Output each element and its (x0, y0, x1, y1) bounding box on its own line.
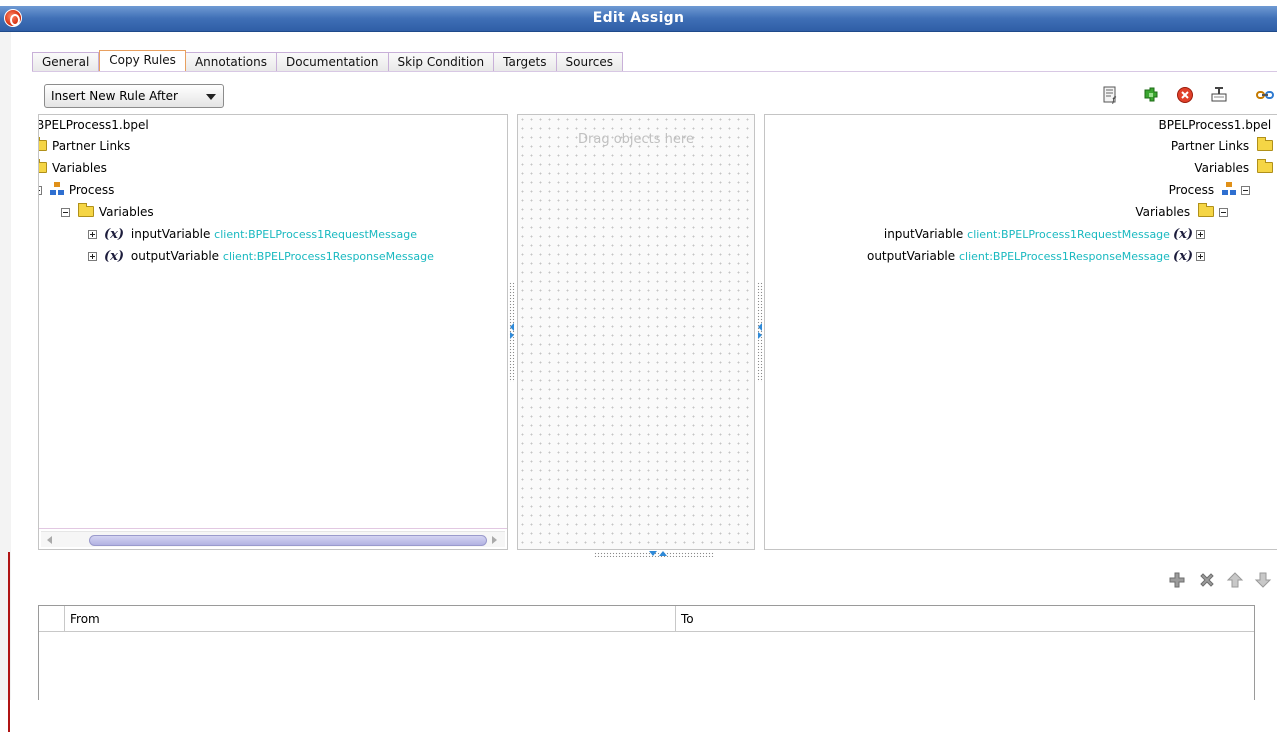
target-process-variables-label: Variables (1135, 205, 1190, 219)
source-variables-node[interactable]: Variables (38, 158, 107, 178)
edit-assign-dialog: Edit Assign General Copy Rules Annotatio… (0, 0, 1277, 700)
target-variables-label: Variables (1194, 161, 1249, 175)
folder-open-icon (78, 206, 94, 217)
column-header-from[interactable]: From (65, 606, 675, 632)
tab-general[interactable]: General (32, 52, 99, 72)
drop-area-panel[interactable]: Drag objects here (517, 114, 755, 550)
add-icon[interactable] (1168, 571, 1186, 589)
copy-rules-table: From To (38, 605, 1255, 700)
splitter-arrows-icon[interactable] (647, 550, 669, 558)
target-process-variables-node[interactable]: Variables (1135, 202, 1232, 222)
target-partner-links-label: Partner Links (1171, 139, 1249, 153)
tab-underline (32, 71, 1277, 72)
toolbar-icons: f (1100, 86, 1277, 106)
source-tree-root[interactable]: BPELProcess1.bpel (38, 115, 149, 135)
remove-icon[interactable] (1198, 571, 1216, 589)
target-variables-node[interactable]: Variables (1194, 158, 1277, 178)
process-icon (1222, 182, 1236, 196)
source-partner-links-label: Partner Links (52, 139, 130, 153)
expand-icon[interactable] (88, 230, 97, 239)
delete-icon[interactable] (1176, 86, 1194, 104)
target-output-variable-name: outputVariable (867, 249, 955, 263)
panel-divider (39, 528, 507, 529)
horizontal-scrollbar[interactable] (41, 531, 505, 547)
expand-icon[interactable] (1196, 252, 1205, 261)
source-output-variable-node[interactable]: (x) outputVariable client:BPELProcess1Re… (88, 246, 434, 266)
folder-icon (38, 162, 47, 173)
target-tree-panel: BPELProcess1.bpel Partner Links Variable… (764, 114, 1277, 550)
source-input-variable-type: client:BPELProcess1RequestMessage (214, 228, 417, 241)
variable-x-icon: (x) (1173, 249, 1193, 264)
left-edge-stripe (0, 32, 11, 700)
expand-icon[interactable] (88, 252, 97, 261)
process-icon (50, 182, 64, 196)
tab-documentation[interactable]: Documentation (277, 52, 389, 72)
folder-icon (38, 140, 47, 151)
source-input-variable-node[interactable]: (x) inputVariable client:BPELProcess1Req… (88, 224, 417, 244)
table-header: From To (39, 606, 1254, 632)
collapse-icon[interactable] (1219, 208, 1228, 217)
source-tree-panel: BPELProcess1.bpel Partner Links Variable… (38, 114, 508, 550)
splitter-arrows-icon[interactable] (509, 322, 515, 340)
target-input-variable-type: client:BPELProcess1RequestMessage (967, 228, 1170, 241)
source-process-variables-node[interactable]: Variables (61, 202, 154, 222)
tab-sources[interactable]: Sources (557, 52, 623, 72)
tab-targets[interactable]: Targets (494, 52, 556, 72)
expression-builder-icon[interactable]: f (1102, 86, 1120, 104)
target-process-node[interactable]: Process (1169, 180, 1254, 200)
scrollbar-thumb[interactable] (89, 535, 487, 546)
title-bar: Edit Assign (0, 6, 1277, 32)
splitter-arrows-icon[interactable] (757, 322, 763, 340)
variable-x-icon: (x) (104, 249, 124, 264)
insert-rule-dropdown-value: Insert New Rule After (51, 89, 178, 103)
target-input-variable-name: inputVariable (884, 227, 963, 241)
variable-x-icon: (x) (1173, 227, 1193, 242)
insert-rule-dropdown[interactable]: Insert New Rule After (44, 84, 224, 108)
source-output-variable-type: client:BPELProcess1ResponseMessage (223, 250, 434, 263)
target-partner-links-node[interactable]: Partner Links (1171, 136, 1277, 156)
folder-icon (1257, 140, 1273, 151)
tab-copy-rules[interactable]: Copy Rules (99, 50, 186, 72)
expand-icon[interactable] (1196, 230, 1205, 239)
source-process-label: Process (69, 183, 115, 197)
target-output-variable-node[interactable]: outputVariable client:BPELProcess1Respon… (867, 246, 1209, 266)
target-root-label: BPELProcess1.bpel (1159, 118, 1272, 132)
source-process-node[interactable]: Process (38, 180, 114, 200)
svg-text:f: f (1111, 96, 1117, 104)
target-process-label: Process (1169, 183, 1215, 197)
scroll-left-icon[interactable] (47, 536, 52, 544)
tab-bar: General Copy Rules Annotations Documenta… (32, 50, 623, 72)
source-partner-links-node[interactable]: Partner Links (38, 136, 130, 156)
chevron-down-icon (206, 94, 216, 100)
collapse-icon[interactable] (61, 208, 70, 217)
source-output-variable-name: outputVariable (131, 249, 219, 263)
move-down-icon[interactable] (1254, 571, 1272, 589)
literal-icon[interactable] (1210, 86, 1228, 104)
source-process-variables-label: Variables (99, 205, 154, 219)
scroll-right-icon[interactable] (492, 536, 497, 544)
xml-fragment-icon[interactable] (1142, 86, 1160, 104)
variable-x-icon: (x) (104, 227, 124, 242)
folder-open-icon (1257, 162, 1273, 173)
target-input-variable-node[interactable]: inputVariable client:BPELProcess1Request… (884, 224, 1209, 244)
left-edge-red-line (8, 552, 10, 732)
rule-action-icons (1166, 571, 1277, 593)
collapse-icon[interactable] (38, 186, 42, 195)
target-output-variable-type: client:BPELProcess1ResponseMessage (959, 250, 1170, 263)
source-input-variable-name: inputVariable (131, 227, 210, 241)
source-root-label: BPELProcess1.bpel (38, 118, 149, 132)
target-tree-root[interactable]: BPELProcess1.bpel (1159, 115, 1277, 135)
drag-hint: Drag objects here (518, 132, 754, 147)
window-title: Edit Assign (0, 10, 1277, 26)
link-icon[interactable] (1256, 86, 1274, 104)
table-corner (39, 606, 65, 632)
folder-open-icon (1198, 206, 1214, 217)
tab-annotations[interactable]: Annotations (186, 52, 277, 72)
column-header-to[interactable]: To (675, 606, 1255, 632)
collapse-icon[interactable] (1241, 186, 1250, 195)
move-up-icon[interactable] (1226, 571, 1244, 589)
tab-skip-condition[interactable]: Skip Condition (389, 52, 495, 72)
source-variables-label: Variables (52, 161, 107, 175)
